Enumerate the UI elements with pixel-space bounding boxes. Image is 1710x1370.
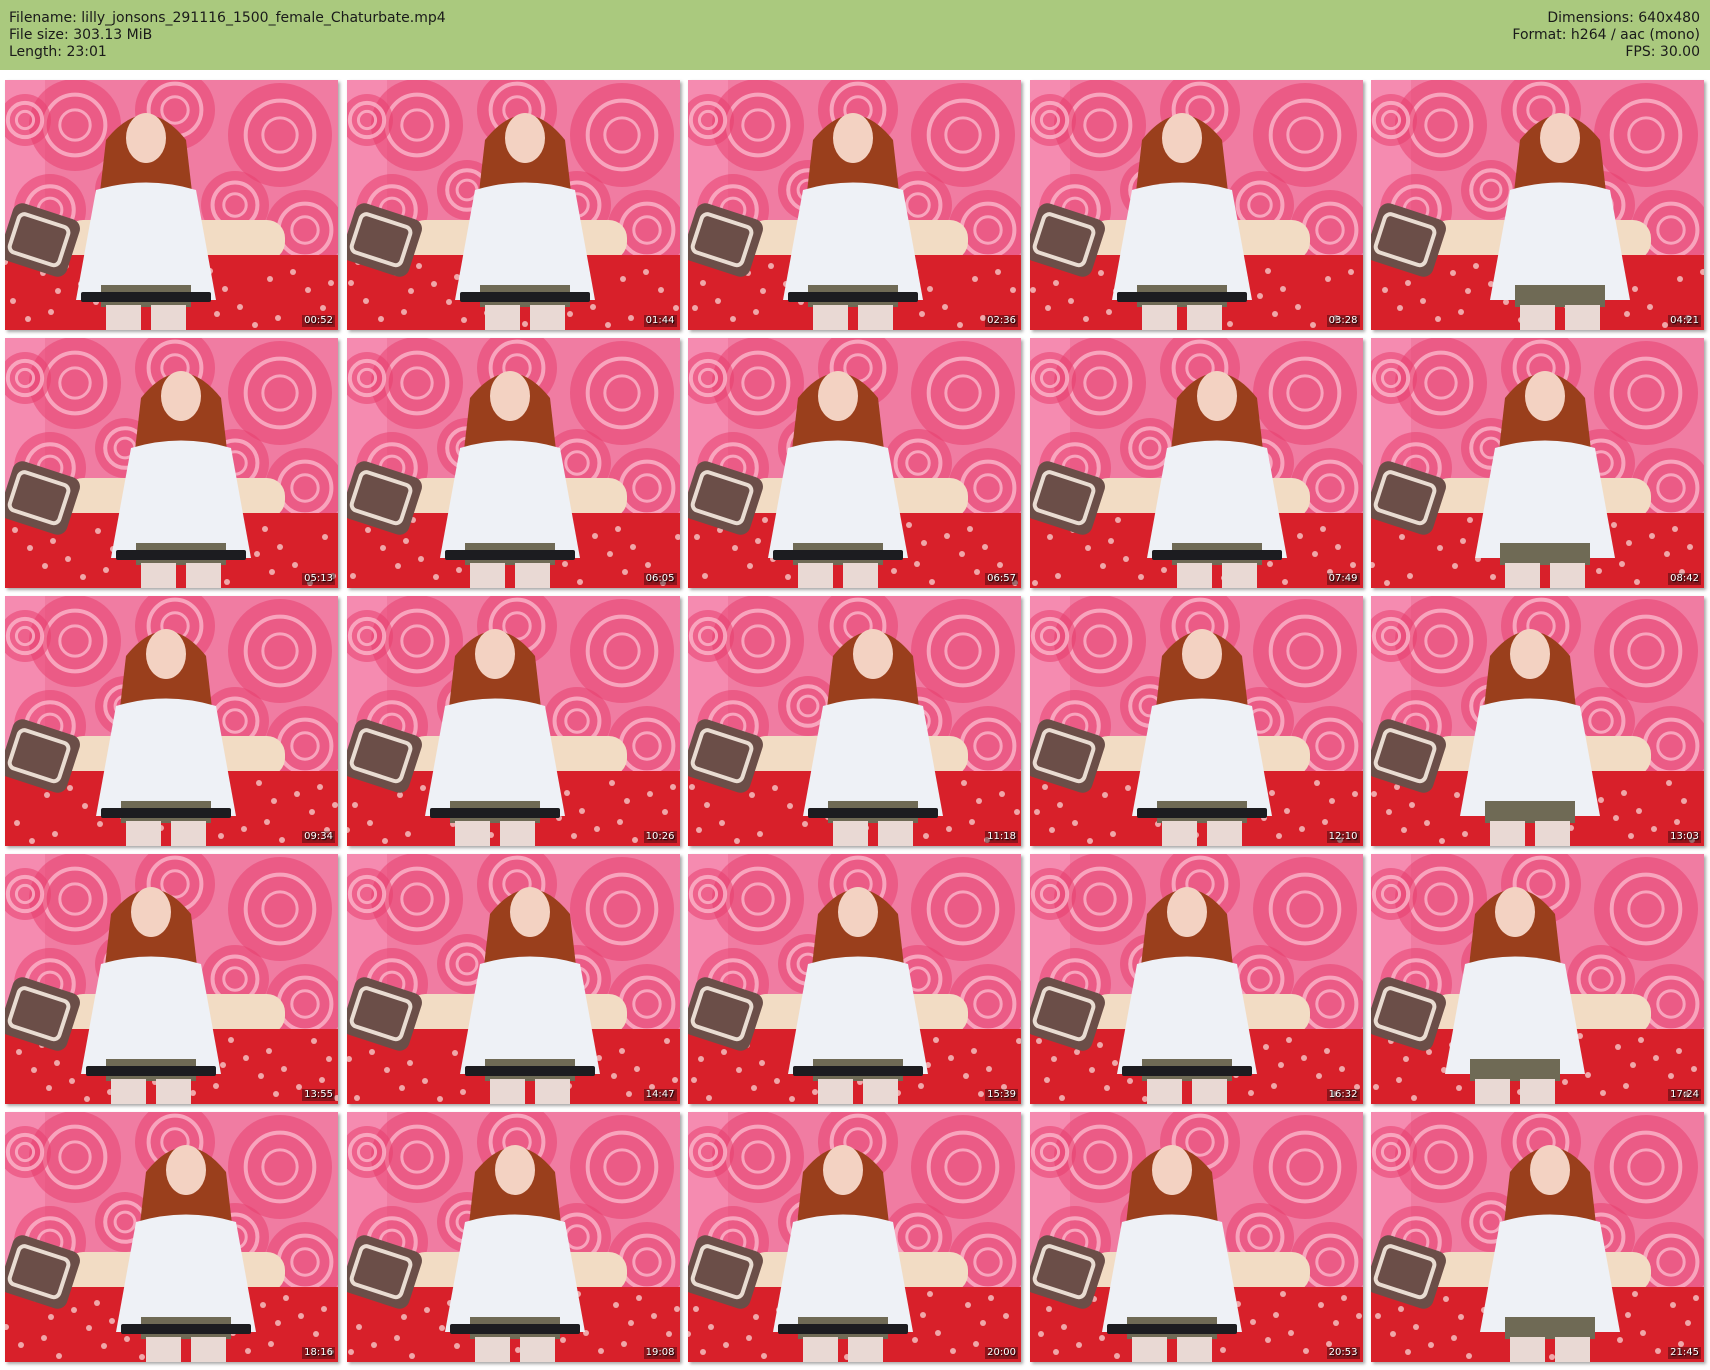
- video-frame-thumbnail: 01:44: [346, 80, 680, 330]
- frame-image: [5, 338, 338, 588]
- frame-timestamp: 06:57: [985, 573, 1018, 585]
- video-frame-thumbnail: 16:32: [1029, 854, 1363, 1104]
- video-frame-thumbnail: 07:49: [1029, 338, 1363, 588]
- frame-image: [5, 1112, 338, 1362]
- frame-timestamp: 05:13: [302, 573, 335, 585]
- frame-timestamp: 13:03: [1668, 831, 1701, 843]
- frame-timestamp: 10:26: [643, 831, 677, 843]
- video-frame-thumbnail: 12:10: [1029, 596, 1363, 846]
- frame-timestamp: 01:44: [643, 315, 677, 327]
- frame-image: [1029, 854, 1363, 1104]
- fps-text: FPS: 30.00: [1625, 44, 1700, 60]
- frame-timestamp: 08:42: [1668, 573, 1701, 585]
- frame-image: [346, 80, 680, 330]
- frame-timestamp: 07:49: [1326, 573, 1360, 585]
- video-frame-thumbnail: 04:21: [1371, 80, 1704, 330]
- video-frame-thumbnail: 13:55: [5, 854, 338, 1104]
- frame-image: [1029, 80, 1363, 330]
- video-frame-thumbnail: 02:36: [688, 80, 1021, 330]
- frame-image: [688, 338, 1021, 588]
- frame-image: [1029, 596, 1363, 846]
- frame-timestamp: 15:39: [985, 1089, 1018, 1101]
- frame-image: [688, 854, 1021, 1104]
- contact-sheet-header: Filename: lilly_jonsons_291116_1500_fema…: [0, 0, 1710, 70]
- frame-timestamp: 21:45: [1668, 1347, 1701, 1359]
- frame-image: [1029, 1112, 1363, 1362]
- video-frame-thumbnail: 06:05: [346, 338, 680, 588]
- thumbnail-grid: 00:52 01:44 02:36 03:28 04:21 05:13 06:05 06:57…: [5, 80, 1705, 1364]
- video-frame-thumbnail: 09:34: [5, 596, 338, 846]
- frame-image: [688, 596, 1021, 846]
- video-frame-thumbnail: 13:03: [1371, 596, 1704, 846]
- video-frame-thumbnail: 17:24: [1371, 854, 1704, 1104]
- video-frame-thumbnail: 03:28: [1029, 80, 1363, 330]
- frame-image: [346, 338, 680, 588]
- frame-image: [688, 80, 1021, 330]
- video-frame-thumbnail: 08:42: [1371, 338, 1704, 588]
- frame-image: [5, 80, 338, 330]
- dimensions-text: Dimensions: 640x480: [1547, 10, 1700, 26]
- frame-timestamp: 16:32: [1326, 1089, 1360, 1101]
- frame-timestamp: 20:00: [985, 1347, 1018, 1359]
- video-frame-thumbnail: 15:39: [688, 854, 1021, 1104]
- frame-timestamp: 13:55: [302, 1089, 335, 1101]
- video-frame-thumbnail: 14:47: [346, 854, 680, 1104]
- frame-timestamp: 06:05: [643, 573, 677, 585]
- filename-text: Filename: lilly_jonsons_291116_1500_fema…: [9, 10, 446, 26]
- video-frame-thumbnail: 06:57: [688, 338, 1021, 588]
- frame-timestamp: 19:08: [643, 1347, 677, 1359]
- video-frame-thumbnail: 05:13: [5, 338, 338, 588]
- frame-timestamp: 03:28: [1326, 315, 1360, 327]
- frame-timestamp: 04:21: [1668, 315, 1701, 327]
- frame-timestamp: 20:53: [1326, 1347, 1360, 1359]
- length-text: Length: 23:01: [9, 44, 107, 60]
- frame-image: [1371, 1112, 1704, 1362]
- frame-timestamp: 09:34: [302, 831, 335, 843]
- frame-timestamp: 11:18: [985, 831, 1018, 843]
- frame-image: [688, 1112, 1021, 1362]
- video-frame-thumbnail: 21:45: [1371, 1112, 1704, 1362]
- video-frame-thumbnail: 18:16: [5, 1112, 338, 1362]
- video-frame-thumbnail: 11:18: [688, 596, 1021, 846]
- filesize-text: File size: 303.13 MiB: [9, 27, 153, 43]
- frame-image: [1371, 80, 1704, 330]
- frame-image: [346, 596, 680, 846]
- frame-timestamp: 17:24: [1668, 1089, 1701, 1101]
- video-frame-thumbnail: 00:52: [5, 80, 338, 330]
- frame-timestamp: 14:47: [643, 1089, 677, 1101]
- frame-image: [5, 596, 338, 846]
- file-info-right: Dimensions: 640x480 Format: h264 / aac (…: [1512, 10, 1700, 61]
- video-frame-thumbnail: 19:08: [346, 1112, 680, 1362]
- video-frame-thumbnail: 20:53: [1029, 1112, 1363, 1362]
- video-frame-thumbnail: 10:26: [346, 596, 680, 846]
- frame-timestamp: 12:10: [1326, 831, 1360, 843]
- video-frame-thumbnail: 20:00: [688, 1112, 1021, 1362]
- frame-image: [1371, 854, 1704, 1104]
- frame-image: [346, 854, 680, 1104]
- frame-image: [1029, 338, 1363, 588]
- format-text: Format: h264 / aac (mono): [1512, 27, 1700, 43]
- frame-image: [1371, 338, 1704, 588]
- frame-image: [1371, 596, 1704, 846]
- frame-image: [5, 854, 338, 1104]
- frame-timestamp: 18:16: [302, 1347, 335, 1359]
- frame-image: [346, 1112, 680, 1362]
- frame-timestamp: 00:52: [302, 315, 335, 327]
- frame-timestamp: 02:36: [985, 315, 1018, 327]
- file-info-left: Filename: lilly_jonsons_291116_1500_fema…: [9, 10, 446, 61]
